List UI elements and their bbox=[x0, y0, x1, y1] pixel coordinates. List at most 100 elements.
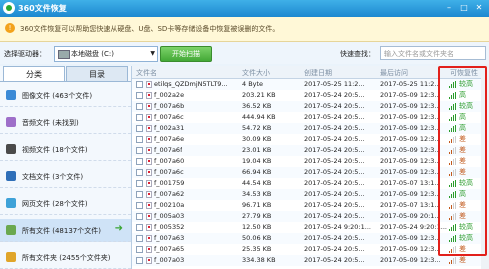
header-recoverability[interactable]: 可恢复性 bbox=[450, 68, 478, 78]
table-row[interactable]: f_001759 44.54 KB 2017-05-24 20:5... 2017-0… bbox=[132, 178, 489, 189]
table-row[interactable]: etilqs_QZDmjN5TLT9... 4 Byte 2017-05-25 11… bbox=[132, 79, 489, 90]
drive-select[interactable]: 本地磁盘 (C:) ▼ bbox=[54, 46, 158, 62]
sidebar-item-1[interactable]: 音频文件 (未找到) bbox=[0, 111, 131, 134]
created-date: 2017-05-24 20:5... bbox=[304, 168, 365, 176]
category-icon bbox=[6, 252, 16, 262]
file-icon bbox=[146, 202, 152, 209]
sidebar-item-0[interactable]: 图像文件 (463个文件) bbox=[0, 84, 131, 107]
table-row[interactable]: f_007a6c 66.94 KB 2017-05-24 20:5... 2017-0… bbox=[132, 167, 489, 178]
row-checkbox[interactable] bbox=[136, 180, 143, 187]
file-icon bbox=[146, 81, 152, 88]
recoverability-state: 较高 bbox=[459, 179, 473, 187]
table-row[interactable]: f_00210a 96.71 KB 2017-05-24 20:5... 2017-0… bbox=[132, 200, 489, 211]
row-checkbox[interactable] bbox=[136, 202, 143, 209]
file-icon bbox=[146, 235, 152, 242]
tab-category[interactable]: 分类 bbox=[3, 66, 65, 81]
sidebar-item-2[interactable]: 视频文件 (18个文件) bbox=[0, 138, 131, 161]
sidebar-tabs: 分类 目录 bbox=[0, 66, 131, 82]
row-checkbox[interactable] bbox=[136, 246, 143, 253]
tab-directory[interactable]: 目录 bbox=[66, 66, 128, 81]
file-name: etilqs_QZDmjN5TLT9... bbox=[154, 80, 228, 88]
signal-bars-icon bbox=[449, 202, 457, 209]
header-size[interactable]: 文件大小 bbox=[242, 68, 270, 78]
start-scan-button[interactable]: 开始扫描 bbox=[160, 46, 212, 62]
close-icon[interactable]: ✕ bbox=[472, 2, 486, 14]
file-icon bbox=[146, 92, 152, 99]
file-name: f_001759 bbox=[154, 179, 185, 187]
signal-bars-icon bbox=[449, 191, 457, 198]
file-table: 文件名 文件大小 创建日期 最后访问 可恢复性 etilqs_QZDmjN5TL… bbox=[132, 66, 489, 269]
row-checkbox[interactable] bbox=[136, 81, 143, 88]
row-checkbox[interactable] bbox=[136, 257, 143, 264]
row-checkbox[interactable] bbox=[136, 191, 143, 198]
file-name: f_002a2e bbox=[154, 91, 185, 99]
header-accessed[interactable]: 最后访问 bbox=[380, 68, 408, 78]
app-window: 360文件恢复 – □ ✕ ! 360文件恢复可以帮助您快速从硬盘、U盘、SD卡… bbox=[0, 0, 489, 269]
table-row[interactable]: f_007a63 50.06 KB 2017-05-24 20:5... 2017-0… bbox=[132, 233, 489, 244]
chevron-down-icon: ▼ bbox=[150, 50, 155, 57]
sidebar-item-6[interactable]: 所有文件夹 (2455个文件夹) bbox=[0, 246, 131, 269]
recoverability-state: 差 bbox=[459, 157, 466, 165]
file-size: 36.52 KB bbox=[242, 102, 272, 110]
file-icon bbox=[146, 103, 152, 110]
maximize-icon[interactable]: □ bbox=[457, 2, 471, 14]
table-row[interactable]: f_007a03 334.38 KB 2017-05-24 20:5... 2017-… bbox=[132, 255, 489, 266]
accessed-date: 2017-05-09 12:3... bbox=[380, 245, 441, 253]
file-name: f_007a60 bbox=[154, 157, 185, 165]
table-row[interactable]: f_002a31 54.72 KB 2017-05-24 20:5... 2017-0… bbox=[132, 123, 489, 134]
header-filename[interactable]: 文件名 bbox=[136, 68, 157, 78]
hard-disk-icon bbox=[58, 50, 70, 59]
row-checkbox[interactable] bbox=[136, 103, 143, 110]
sidebar-item-label: 文档文件 (3个文件) bbox=[22, 173, 84, 181]
title-bar: 360文件恢复 – □ ✕ bbox=[0, 0, 489, 17]
table-row[interactable]: f_007a6b 36.52 KB 2017-05-24 20:5... 2017-0… bbox=[132, 101, 489, 112]
row-checkbox[interactable] bbox=[136, 213, 143, 220]
row-checkbox[interactable] bbox=[136, 235, 143, 242]
recoverability-state: 差 bbox=[459, 245, 466, 253]
accessed-date: 2017-05-24 9:20:1... bbox=[380, 223, 447, 231]
table-row[interactable]: f_007a6f 23.01 KB 2017-05-24 20:5... 2017-0… bbox=[132, 145, 489, 156]
accessed-date: 2017-05-09 12:3... bbox=[380, 234, 441, 242]
recoverability-state: 高 bbox=[459, 113, 466, 121]
row-checkbox[interactable] bbox=[136, 136, 143, 143]
file-icon bbox=[146, 257, 152, 264]
sidebar-item-5[interactable]: 所有文件 (48137个文件) ➜ bbox=[0, 219, 131, 242]
sidebar-item-3[interactable]: 文档文件 (3个文件) bbox=[0, 165, 131, 188]
category-icon bbox=[6, 90, 16, 100]
row-checkbox[interactable] bbox=[136, 169, 143, 176]
row-checkbox[interactable] bbox=[136, 158, 143, 165]
signal-bars-icon bbox=[449, 169, 457, 176]
row-checkbox[interactable] bbox=[136, 92, 143, 99]
header-created[interactable]: 创建日期 bbox=[304, 68, 332, 78]
row-checkbox[interactable] bbox=[136, 147, 143, 154]
file-size: 25.35 KB bbox=[242, 245, 272, 253]
vertical-scrollbar[interactable] bbox=[481, 78, 489, 269]
table-row[interactable]: f_007a62 34.53 KB 2017-05-24 20:5... 2017-0… bbox=[132, 189, 489, 200]
search-input[interactable]: 输入文件名或文件夹名 bbox=[380, 46, 486, 60]
created-date: 2017-05-24 20:5... bbox=[304, 124, 365, 132]
file-name: f_007a6f bbox=[154, 146, 183, 154]
file-icon bbox=[146, 169, 152, 176]
file-size: 96.71 KB bbox=[242, 201, 272, 209]
recoverability-state: 高 bbox=[459, 91, 466, 99]
table-row[interactable]: f_007a65 25.35 KB 2017-05-24 20:5... 2017-0… bbox=[132, 244, 489, 255]
created-date: 2017-05-24 20:5... bbox=[304, 91, 365, 99]
accessed-date: 2017-05-09 12:3... bbox=[380, 190, 441, 198]
row-checkbox[interactable] bbox=[136, 114, 143, 121]
table-row[interactable]: f_005a03 27.79 KB 2017-05-24 20:5... 2017-0… bbox=[132, 211, 489, 222]
row-checkbox[interactable] bbox=[136, 125, 143, 132]
minimize-icon[interactable]: – bbox=[442, 2, 456, 14]
table-row[interactable]: f_002a2e 203.21 KB 2017-05-24 20:5... 2017-… bbox=[132, 90, 489, 101]
category-sidebar: 分类 目录 图像文件 (463个文件) 音频文件 (未找到) 视频文件 (18个文件… bbox=[0, 66, 132, 269]
sidebar-item-4[interactable]: 网页文件 (28个文件) bbox=[0, 192, 131, 215]
table-row[interactable]: f_007a60 19.04 KB 2017-05-24 20:5... 2017-0… bbox=[132, 156, 489, 167]
table-row[interactable]: f_007a6c 444.94 KB 2017-05-24 20:5... 2017-… bbox=[132, 112, 489, 123]
file-size: 27.79 KB bbox=[242, 212, 272, 220]
file-icon bbox=[146, 180, 152, 187]
table-row[interactable]: f_007a6e 30.09 KB 2017-05-24 20:5... 2017-0… bbox=[132, 134, 489, 145]
table-row[interactable]: f_005352 12.50 KB 2017-05-24 9:20:1... 2017… bbox=[132, 222, 489, 233]
row-checkbox[interactable] bbox=[136, 224, 143, 231]
sidebar-item-label: 所有文件 (48137个文件) bbox=[22, 227, 101, 235]
accessed-date: 2017-05-09 12:3... bbox=[380, 168, 441, 176]
file-size: 44.54 KB bbox=[242, 179, 272, 187]
